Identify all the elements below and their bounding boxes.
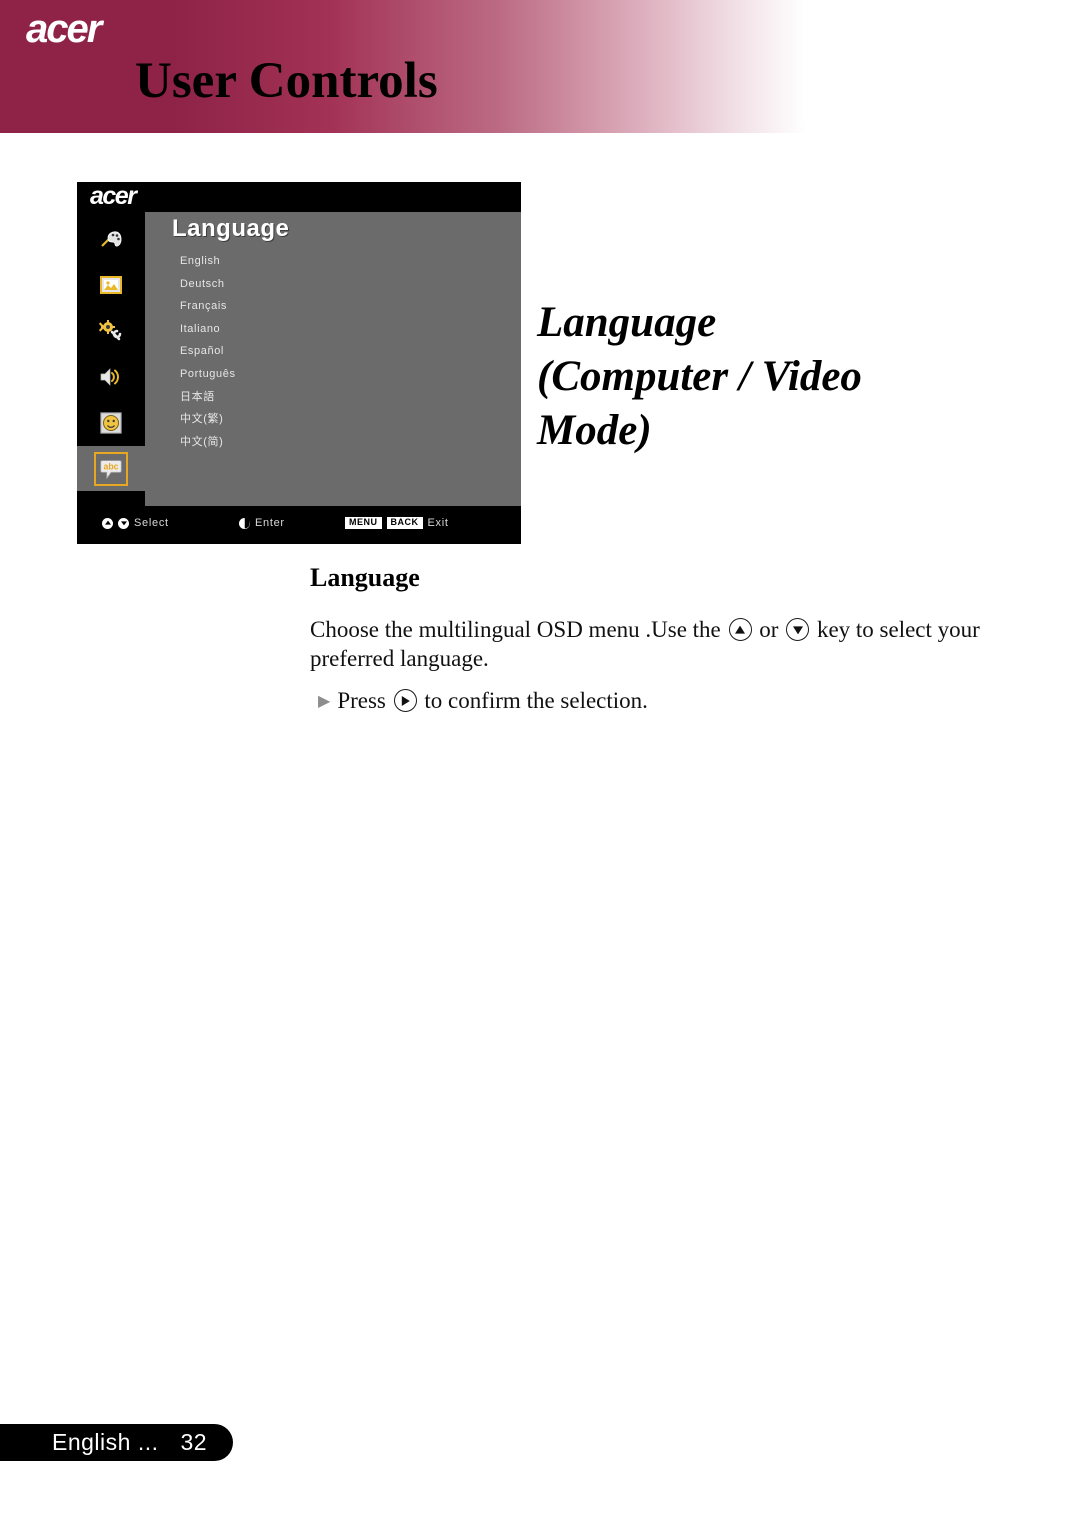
color-palette-icon bbox=[98, 226, 124, 252]
hint-exit-label: Exit bbox=[427, 517, 449, 529]
sidebar-item-color[interactable] bbox=[77, 216, 145, 261]
back-key-badge: BACK bbox=[386, 517, 423, 529]
menu-key-badge: MENU bbox=[345, 517, 382, 529]
page-header-band: acer User Controls bbox=[0, 0, 1080, 133]
arrow-right-icon bbox=[239, 517, 250, 529]
list-item[interactable]: 中文(简) bbox=[180, 431, 380, 454]
arrow-up-icon bbox=[102, 517, 113, 529]
hint-exit: MENU BACK Exit bbox=[345, 517, 449, 529]
acer-logo: acer bbox=[26, 7, 102, 51]
timer-face-icon bbox=[98, 410, 124, 436]
hint-select-label: Select bbox=[134, 517, 169, 529]
list-item[interactable]: 中文(繁) bbox=[180, 408, 380, 431]
sidebar-item-audio[interactable] bbox=[77, 354, 145, 399]
arrow-down-icon bbox=[118, 517, 129, 529]
osd-acer-logo: acer bbox=[90, 182, 137, 210]
list-item[interactable]: Deutsch bbox=[180, 273, 380, 296]
key-right-icon bbox=[393, 689, 417, 712]
footer-page-number: 32 bbox=[180, 1429, 208, 1455]
page-footer: English ... 32 bbox=[0, 1424, 234, 1461]
bullet-text: Press to confirm the selection. bbox=[337, 686, 648, 715]
key-up-icon bbox=[728, 618, 752, 641]
feature-heading-line1: Language bbox=[537, 299, 717, 346]
list-item[interactable]: 日本語 bbox=[180, 386, 380, 409]
section-title: Language bbox=[310, 563, 420, 592]
description-text-part1: Choose the multilingual OSD menu .Use th… bbox=[310, 617, 721, 642]
hint-enter: Enter bbox=[239, 517, 285, 529]
triangle-bullet-icon: ▶ bbox=[318, 693, 331, 710]
bullet-press-label: Press bbox=[337, 688, 386, 713]
hint-enter-label: Enter bbox=[255, 517, 285, 529]
sidebar-item-image[interactable] bbox=[77, 262, 145, 307]
list-item[interactable]: English bbox=[180, 250, 380, 273]
hint-select: Select bbox=[102, 517, 169, 529]
audio-speaker-icon bbox=[98, 364, 124, 390]
setting-gear-wrench-icon bbox=[98, 318, 124, 344]
language-abc-bubble-icon: abc bbox=[94, 451, 128, 486]
page-title: User Controls bbox=[135, 53, 438, 109]
svg-text:abc: abc bbox=[103, 461, 118, 471]
footer-language-label: English ... bbox=[52, 1429, 159, 1455]
list-item[interactable]: Español bbox=[180, 340, 380, 363]
list-item[interactable]: Français bbox=[180, 295, 380, 318]
description-or: or bbox=[759, 617, 779, 642]
osd-sidebar: abc bbox=[77, 212, 145, 506]
osd-hint-bar: Select Enter MENU BACK Exit bbox=[77, 506, 521, 544]
image-icon bbox=[98, 272, 124, 298]
feature-heading-line3: Mode) bbox=[537, 407, 652, 454]
osd-language-list[interactable]: English Deutsch Français Italiano Españo… bbox=[180, 250, 380, 453]
list-item[interactable]: Português bbox=[180, 363, 380, 386]
key-down-icon bbox=[786, 618, 810, 641]
bullet-tail-label: to confirm the selection. bbox=[424, 688, 648, 713]
feature-heading-line2: (Computer / Video bbox=[537, 353, 862, 400]
osd-menu-title: Language bbox=[172, 215, 290, 242]
osd-screenshot: acer Language English Deutsch Français I… bbox=[77, 182, 521, 544]
sidebar-item-setting[interactable] bbox=[77, 308, 145, 353]
sidebar-item-language[interactable]: abc bbox=[77, 446, 145, 491]
sidebar-item-timer[interactable] bbox=[77, 400, 145, 445]
list-item[interactable]: Italiano bbox=[180, 318, 380, 341]
bullet-item: ▶ Press to confirm the selection. bbox=[318, 686, 1018, 715]
section-description: Choose the multilingual OSD menu .Use th… bbox=[310, 615, 1010, 673]
feature-heading: Language (Computer / Video Mode) bbox=[537, 296, 957, 458]
